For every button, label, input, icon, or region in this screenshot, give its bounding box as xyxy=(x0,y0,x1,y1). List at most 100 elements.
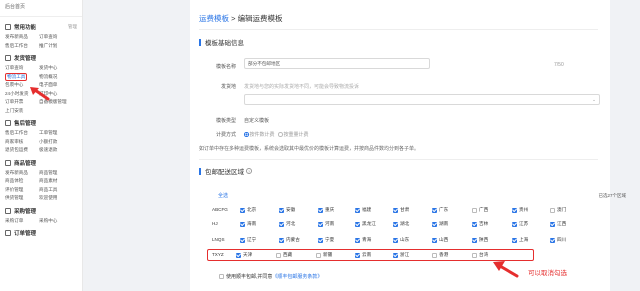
sidebar-item[interactable]: 评价管理 xyxy=(5,186,39,195)
sidebar-section-header[interactable]: 商品管理 xyxy=(0,155,82,169)
sidebar-item[interactable]: 订单查询 xyxy=(5,64,39,73)
sidebar-item[interactable]: 推广计划 xyxy=(39,42,75,51)
checkbox-icon[interactable] xyxy=(512,221,517,227)
agree-row[interactable]: 使用顺丰包邮,并同意 《顺丰包邮服务条款》 xyxy=(219,273,322,280)
sidebar-item[interactable]: 极速退款 xyxy=(39,146,75,155)
sidebar-home-link[interactable]: 后台首页 xyxy=(0,0,82,14)
sidebar-item[interactable] xyxy=(39,107,75,116)
region-option[interactable]: 湖北 xyxy=(393,221,409,227)
sidebar-item[interactable]: 供货管理 xyxy=(5,194,39,203)
sidebar-section-header[interactable]: 发货管理 xyxy=(0,50,82,64)
checkbox-icon[interactable] xyxy=(550,207,555,213)
region-option[interactable]: 宁夏 xyxy=(318,237,334,243)
checkbox-icon[interactable] xyxy=(472,221,477,227)
ship-from-select[interactable]: ⌄ xyxy=(244,94,600,105)
sidebar-item[interactable]: 发布新商品 xyxy=(5,169,39,178)
checkbox-icon[interactable] xyxy=(240,221,245,227)
sidebar-item[interactable]: 商品体检 xyxy=(5,177,39,186)
region-option[interactable]: 黑龙江 xyxy=(355,221,376,227)
sidebar-section-header[interactable]: 售后管理 xyxy=(0,115,82,129)
checkbox-icon[interactable] xyxy=(355,207,360,213)
sidebar-section-header[interactable]: 采购管理 xyxy=(0,203,82,217)
region-option[interactable]: 内蒙古 xyxy=(279,237,300,243)
sidebar-item[interactable]: 物流概况 xyxy=(39,73,75,82)
checkbox-icon[interactable] xyxy=(279,221,284,227)
region-option[interactable]: 安徽 xyxy=(279,207,295,213)
region-option[interactable]: 广西 xyxy=(472,207,488,213)
region-option[interactable]: 辽宁 xyxy=(240,237,256,243)
sidebar-item[interactable]: 商品工具 xyxy=(39,186,75,195)
region-option[interactable]: 山西 xyxy=(432,237,448,243)
calc-option-weight[interactable]: 按重量计费 xyxy=(278,131,309,138)
agree-terms-link[interactable]: 《顺丰包邮服务条款》 xyxy=(272,273,322,280)
checkbox-icon[interactable] xyxy=(355,237,360,243)
section-icon xyxy=(5,55,11,61)
sidebar-section-header[interactable]: 常用功能 管理 xyxy=(0,19,82,33)
sidebar-item[interactable]: 工单管理 xyxy=(39,129,75,138)
checkbox-icon[interactable] xyxy=(472,237,477,243)
agree-checkbox[interactable] xyxy=(219,274,224,279)
checkbox-icon[interactable] xyxy=(512,207,517,213)
breadcrumb-parent[interactable]: 运费模板 xyxy=(199,14,229,23)
region-option[interactable]: 上海 xyxy=(512,237,528,243)
sidebar-item[interactable]: 售后工作台 xyxy=(5,42,39,51)
region-option[interactable]: 江西 xyxy=(550,221,566,227)
checkbox-icon[interactable] xyxy=(393,207,398,213)
checkbox-icon[interactable] xyxy=(279,207,284,213)
checkbox-icon[interactable] xyxy=(472,207,477,213)
region-option[interactable]: 河北 xyxy=(279,221,295,227)
region-option[interactable]: 北京 xyxy=(240,207,256,213)
checkbox-icon[interactable] xyxy=(240,237,245,243)
sidebar-item[interactable]: 订单查询 xyxy=(39,33,75,42)
sidebar-item[interactable]: 小额打款 xyxy=(39,138,75,147)
region-option[interactable]: 广东 xyxy=(432,207,448,213)
sidebar-item[interactable]: 退货包运费 xyxy=(5,146,39,155)
checkbox-icon[interactable] xyxy=(432,221,437,227)
checkbox-icon[interactable] xyxy=(318,237,323,243)
sidebar-item[interactable]: 采购中心 xyxy=(39,217,75,226)
checkbox-icon[interactable] xyxy=(550,221,555,227)
sidebar-manage-link[interactable]: 管理 xyxy=(68,24,77,30)
region-option[interactable]: 山东 xyxy=(393,237,409,243)
region-option[interactable]: 海南 xyxy=(240,221,256,227)
select-all-link[interactable]: 全选 xyxy=(218,192,228,199)
help-icon[interactable]: ? xyxy=(246,168,252,174)
sidebar-section-header[interactable]: 订单管理 xyxy=(0,225,82,239)
selected-count: 已选27个区域 xyxy=(598,193,626,198)
checkbox-icon[interactable] xyxy=(355,221,360,227)
region-option[interactable]: 贵州 xyxy=(512,207,528,213)
checkbox-icon[interactable] xyxy=(318,221,323,227)
checkbox-icon[interactable] xyxy=(432,207,437,213)
sidebar-item[interactable]: 发布新商品 xyxy=(5,33,39,42)
checkbox-icon[interactable] xyxy=(393,221,398,227)
checkbox-icon[interactable] xyxy=(550,237,555,243)
template-name-input[interactable]: 部分不包邮地区 xyxy=(244,58,430,69)
region-option[interactable]: 澳门 xyxy=(550,207,566,213)
sidebar-item[interactable]: 商家审核 xyxy=(5,138,39,147)
checkbox-icon[interactable] xyxy=(393,237,398,243)
region-option[interactable]: 河南 xyxy=(318,221,334,227)
sidebar-item[interactable]: 上门安装 xyxy=(5,107,39,116)
region-option[interactable]: 甘肃 xyxy=(393,207,409,213)
checkbox-icon[interactable] xyxy=(512,237,517,243)
sidebar-item[interactable]: 采购订单 xyxy=(5,217,39,226)
region-option[interactable]: 福建 xyxy=(355,207,371,213)
sidebar-item[interactable]: 商品管理 xyxy=(39,169,75,178)
calc-option-count[interactable]: 按件数计费 xyxy=(244,131,275,138)
region-option[interactable]: 湖南 xyxy=(432,221,448,227)
sidebar-item[interactable]: 售后工作台 xyxy=(5,129,39,138)
region-option[interactable]: 青海 xyxy=(355,237,371,243)
checkbox-icon[interactable] xyxy=(240,207,245,213)
checkbox-icon[interactable] xyxy=(432,237,437,243)
region-option[interactable]: 江苏 xyxy=(512,221,528,227)
region-option[interactable]: 重庆 xyxy=(318,207,334,213)
region-option[interactable]: 陕西 xyxy=(472,237,488,243)
checkbox-icon[interactable] xyxy=(279,237,284,243)
sidebar-item[interactable]: 商品素材 xyxy=(39,177,75,186)
checkbox-icon[interactable] xyxy=(318,207,323,213)
sidebar-item[interactable]: 欢迎使用 xyxy=(39,194,75,203)
region-option[interactable]: 吉林 xyxy=(472,221,488,227)
sidebar-item[interactable]: 物流工具 xyxy=(5,72,27,81)
region-option[interactable]: 四川 xyxy=(550,237,566,243)
sidebar-item[interactable]: 发货中心 xyxy=(39,64,75,73)
